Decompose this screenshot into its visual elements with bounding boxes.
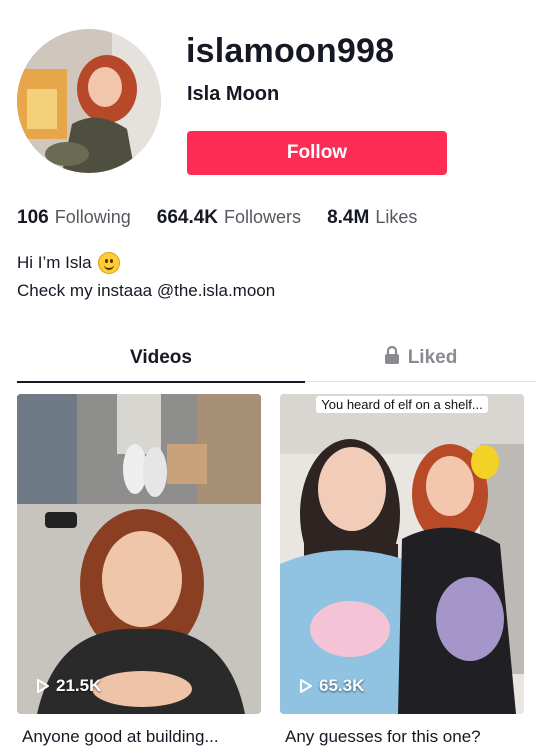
video-caption[interactable]: Any guesses for this one? (285, 727, 481, 747)
active-tab-indicator (17, 381, 305, 383)
tab-liked[interactable]: Liked (305, 335, 536, 381)
tab-videos-label: Videos (130, 347, 192, 368)
display-name: Isla Moon (187, 83, 280, 105)
stat-following[interactable]: 106 Following (17, 207, 131, 229)
profile-avatar (17, 29, 161, 173)
smiley-emoji-icon (97, 252, 120, 274)
following-label: Following (54, 207, 131, 227)
tab-liked-label: Liked (407, 347, 458, 368)
video-overlay-text: You heard of elf on a shelf... (280, 396, 524, 414)
video-caption[interactable]: Anyone good at building... (22, 727, 219, 747)
play-icon (300, 679, 312, 693)
play-icon (37, 679, 49, 693)
username: islamoon998 (186, 32, 395, 70)
tab-videos[interactable]: Videos (17, 335, 305, 381)
video-card[interactable]: You heard of elf on a shelf... 65.3K (280, 394, 524, 714)
video-thumbnail (280, 394, 524, 714)
content-tabs: Videos Liked (17, 335, 536, 383)
view-count-value: 65.3K (319, 676, 365, 695)
follow-button[interactable]: Follow (187, 131, 447, 175)
lock-icon (384, 345, 400, 370)
video-overlay-text-label: You heard of elf on a shelf... (316, 396, 488, 413)
view-count-value: 21.5K (56, 676, 102, 695)
stat-followers[interactable]: 664.4K Followers (157, 207, 301, 229)
video-thumbnail (17, 394, 261, 714)
profile-stats: 106 Following 664.4K Followers 8.4M Like… (17, 207, 443, 229)
stat-likes: 8.4M Likes (327, 207, 417, 229)
followers-label: Followers (224, 207, 302, 227)
bio-line-2: Check my instaaa @the.isla.moon (17, 281, 276, 300)
view-count: 65.3K (298, 676, 364, 696)
view-count: 21.5K (35, 676, 101, 696)
profile-bio: Hi I’m Isla Check my instaaa @the.isla.m… (17, 249, 275, 305)
followers-count: 664.4K (156, 207, 219, 228)
likes-label: Likes (375, 207, 418, 227)
bio-line-1: Hi I’m Isla (17, 253, 92, 272)
video-card[interactable]: 21.5K (17, 394, 261, 714)
likes-count: 8.4M (327, 207, 370, 228)
following-count: 106 (17, 207, 49, 228)
